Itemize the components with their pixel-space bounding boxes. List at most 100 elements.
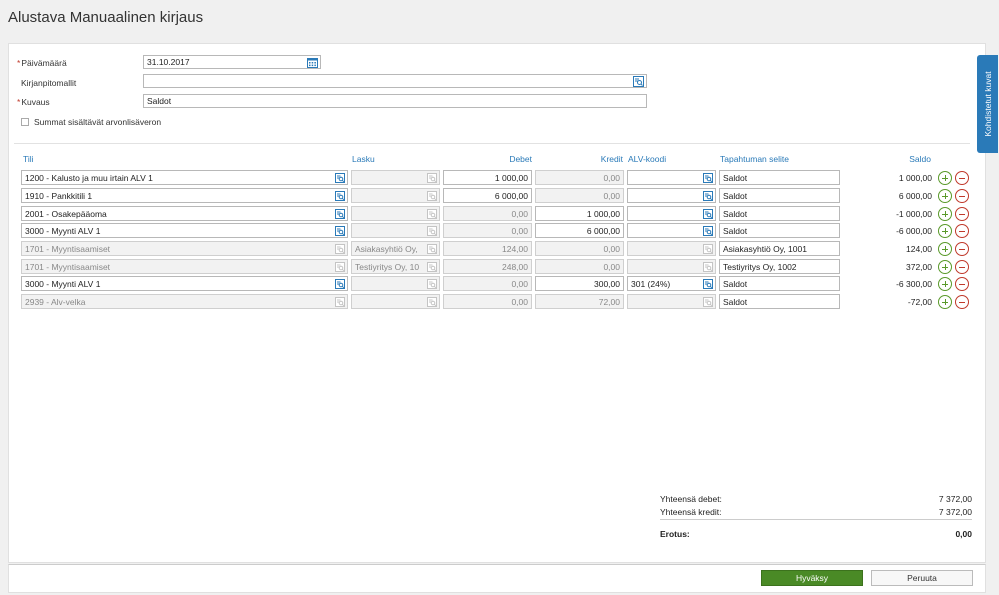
credit-field[interactable]: 6 000,00 — [535, 223, 624, 238]
lookup-icon[interactable] — [335, 173, 345, 183]
totals-divider — [660, 519, 972, 520]
lookup-icon[interactable] — [703, 209, 713, 219]
lookup-icon — [335, 297, 345, 307]
invoice-field: Asiakasyhtiö Oy, — [351, 241, 440, 256]
date-field[interactable]: 31.10.2017 — [143, 55, 321, 69]
add-row-icon[interactable] — [938, 171, 952, 185]
description-cell-field[interactable]: Testiyritys Oy, 1002 — [719, 259, 840, 274]
add-row-icon[interactable] — [938, 242, 952, 256]
add-row-icon[interactable] — [938, 207, 952, 221]
remove-row-icon[interactable] — [955, 189, 969, 203]
remove-row-icon[interactable] — [955, 260, 969, 274]
remove-row-icon[interactable] — [955, 207, 969, 221]
lookup-icon — [427, 209, 437, 219]
lookup-icon — [427, 279, 437, 289]
description-cell-field[interactable]: Asiakasyhtiö Oy, 1001 — [719, 241, 840, 256]
account-field[interactable]: 1910 - Pankkitili 1 — [21, 188, 348, 203]
erotus-label: Erotus: — [660, 529, 690, 539]
description-cell-field[interactable]: Saldot — [719, 223, 840, 238]
add-row-icon[interactable] — [938, 277, 952, 291]
header-debet: Debet — [509, 154, 532, 164]
lookup-icon[interactable] — [703, 173, 713, 183]
lookup-icon[interactable] — [335, 209, 345, 219]
credit-field[interactable]: 300,00 — [535, 276, 624, 291]
vat-code-field[interactable] — [627, 206, 716, 221]
vat-code-field — [627, 259, 716, 274]
vat-code-field[interactable]: 301 (24%) — [627, 276, 716, 291]
lookup-icon[interactable] — [335, 279, 345, 289]
date-label-text: Päivämäärä — [21, 58, 67, 68]
add-row-icon[interactable] — [938, 260, 952, 274]
template-label: Kirjanpitomallit — [21, 78, 77, 88]
description-cell-field[interactable]: Saldot — [719, 276, 840, 291]
account-field-value: 2001 - Osakepääoma — [25, 209, 107, 219]
remove-row-icon[interactable] — [955, 171, 969, 185]
debit-field: 248,00 — [443, 259, 532, 274]
vat-code-field[interactable] — [627, 223, 716, 238]
account-field[interactable]: 3000 - Myynti ALV 1 — [21, 223, 348, 238]
add-row-icon[interactable] — [938, 189, 952, 203]
lookup-icon[interactable] — [703, 191, 713, 201]
lookup-icon[interactable] — [703, 226, 713, 236]
cancel-button[interactable]: Peruuta — [871, 570, 973, 586]
debit-field[interactable]: 6 000,00 — [443, 188, 532, 203]
add-row-icon[interactable] — [938, 295, 952, 309]
vat-checkbox[interactable] — [21, 118, 29, 126]
template-field[interactable] — [143, 74, 647, 88]
remove-row-icon[interactable] — [955, 295, 969, 309]
attached-images-tab[interactable]: Kohdistetut kuvat — [977, 55, 998, 153]
description-field[interactable]: Saldot — [143, 94, 647, 108]
lookup-icon — [427, 191, 437, 201]
account-field[interactable]: 3000 - Myynti ALV 1 — [21, 276, 348, 291]
calendar-icon[interactable] — [307, 57, 318, 68]
lookup-icon — [427, 226, 437, 236]
invoice-field-value: Testiyritys Oy, 10 — [355, 262, 420, 272]
debit-field: 0,00 — [443, 223, 532, 238]
credit-field[interactable]: 1 000,00 — [535, 206, 624, 221]
total-debet-label: Yhteensä debet: — [660, 494, 722, 504]
lookup-icon[interactable] — [703, 279, 713, 289]
debit-field-value: 0,00 — [511, 279, 528, 289]
vat-code-field[interactable] — [627, 170, 716, 185]
credit-field: 0,00 — [535, 241, 624, 256]
debit-field[interactable]: 1 000,00 — [443, 170, 532, 185]
remove-row-icon[interactable] — [955, 242, 969, 256]
description-cell-field[interactable]: Saldot — [719, 170, 840, 185]
account-field[interactable]: 2001 - Osakepääoma — [21, 206, 348, 221]
description-cell-field-value: Saldot — [723, 226, 748, 236]
header-lasku: Lasku — [352, 154, 375, 164]
erotus-value: 0,00 — [955, 529, 972, 539]
description-cell-field-value: Asiakasyhtiö Oy, 1001 — [723, 244, 807, 254]
description-cell-field-value: Testiyritys Oy, 1002 — [723, 262, 797, 272]
remove-row-icon[interactable] — [955, 277, 969, 291]
invoice-field: Testiyritys Oy, 10 — [351, 259, 440, 274]
required-marker: * — [17, 58, 21, 68]
account-field-value: 3000 - Myynti ALV 1 — [25, 279, 101, 289]
description-cell-field[interactable]: Saldot — [719, 294, 840, 309]
debit-field-value: 248,00 — [502, 262, 528, 272]
description-cell-field[interactable]: Saldot — [719, 188, 840, 203]
lookup-icon — [335, 244, 345, 254]
lookup-icon[interactable] — [335, 226, 345, 236]
credit-field-value: 0,00 — [603, 262, 620, 272]
description-cell-field-value: Saldot — [723, 279, 748, 289]
accept-button[interactable]: Hyväksy — [761, 570, 863, 586]
row-saldo: -6 300,00 — [896, 279, 932, 289]
vat-code-field[interactable] — [627, 188, 716, 203]
debit-field: 124,00 — [443, 241, 532, 256]
description-label-text: Kuvaus — [21, 97, 50, 107]
add-row-icon[interactable] — [938, 224, 952, 238]
credit-field-value: 1 000,00 — [586, 209, 620, 219]
lookup-icon[interactable] — [633, 76, 644, 87]
invoice-field — [351, 170, 440, 185]
account-field[interactable]: 1200 - Kalusto ja muu irtain ALV 1 — [21, 170, 348, 185]
credit-field: 0,00 — [535, 188, 624, 203]
remove-row-icon[interactable] — [955, 224, 969, 238]
account-field-value: 1200 - Kalusto ja muu irtain ALV 1 — [25, 173, 153, 183]
header-selite: Tapahtuman selite — [720, 154, 789, 164]
debit-field-value: 0,00 — [511, 209, 528, 219]
description-cell-field[interactable]: Saldot — [719, 206, 840, 221]
lookup-icon — [703, 244, 713, 254]
debit-field-value: 0,00 — [511, 226, 528, 236]
lookup-icon[interactable] — [335, 191, 345, 201]
